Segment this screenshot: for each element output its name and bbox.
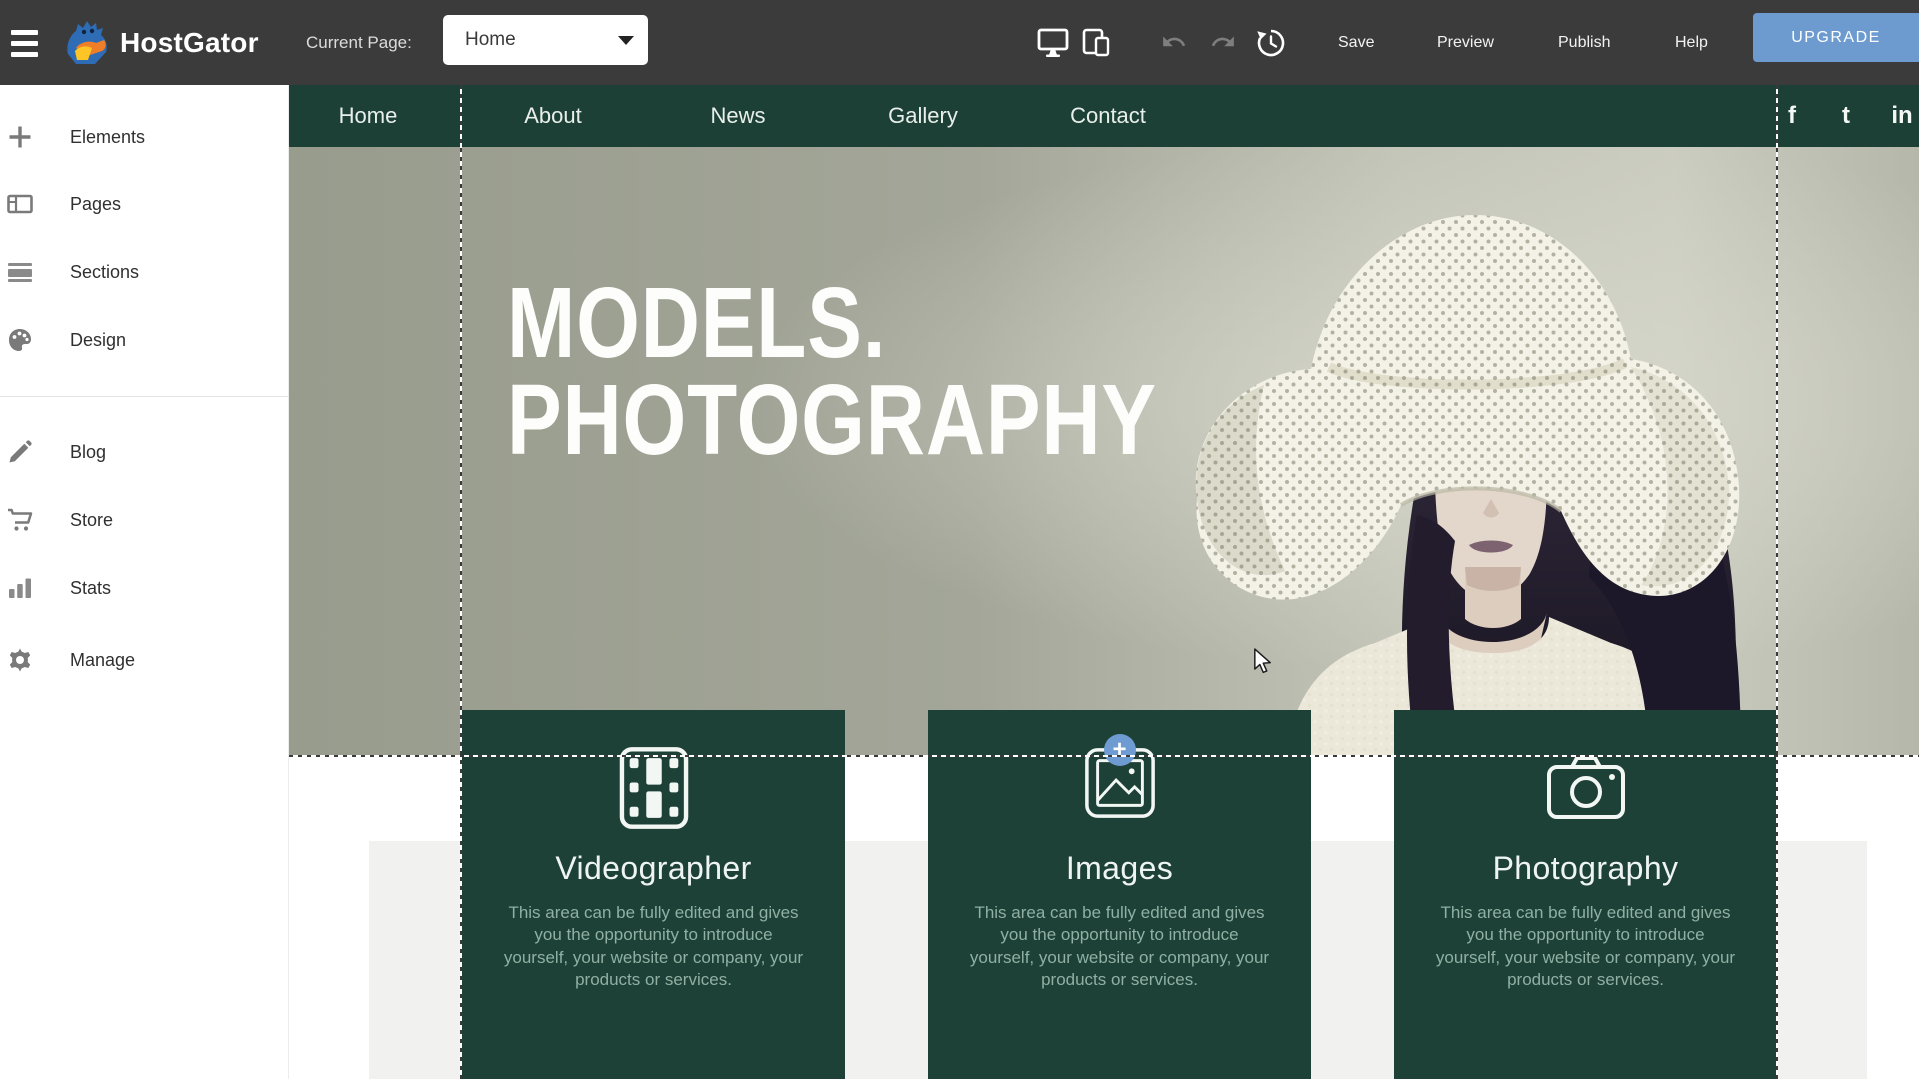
editor-topbar: HostGator Current Page: Home (0, 0, 1919, 85)
sidebar-item-label: Store (70, 510, 113, 531)
twitter-icon[interactable]: t (1842, 85, 1850, 147)
site-nav-gallery[interactable]: Gallery (888, 85, 958, 147)
sidebar-item-blog[interactable]: Blog (0, 432, 289, 472)
tablet-phone-icon (1081, 28, 1111, 58)
upgrade-button[interactable]: UPGRADE (1753, 13, 1919, 62)
card-title: Photography (1394, 850, 1777, 887)
hero-section[interactable]: MODELS. PHOTOGRAPHY (289, 147, 1919, 756)
palette-icon (7, 327, 33, 353)
linkedin-icon[interactable]: in (1891, 85, 1912, 147)
plus-icon (7, 124, 33, 150)
sidebar-item-label: Manage (70, 650, 135, 671)
help-button[interactable]: Help (1675, 0, 1708, 85)
feature-card-images[interactable]: + Images This area can be fully edited a… (928, 710, 1311, 1079)
pencil-icon (7, 439, 33, 465)
history-button[interactable] (1248, 0, 1292, 85)
monitor-icon (1037, 28, 1069, 58)
site-nav-home[interactable]: Home (339, 85, 398, 147)
sidebar-item-pages[interactable]: Pages (0, 184, 289, 224)
feature-card-photography[interactable]: Photography This area can be fully edite… (1394, 710, 1777, 1079)
sidebar-item-store[interactable]: Store (0, 500, 289, 540)
publish-button[interactable]: Publish (1558, 0, 1610, 85)
hostgator-logo[interactable]: HostGator (62, 18, 259, 68)
bar-chart-icon (7, 575, 33, 601)
page-select-dropdown[interactable]: Home (443, 15, 648, 65)
sidebar-item-elements[interactable]: Elements (0, 117, 289, 157)
editor-sidebar: Elements Pages Sections Design (0, 85, 289, 1079)
sidebar-item-design[interactable]: Design (0, 320, 289, 360)
site-preview-canvas: Home About News Gallery Contact f t in (289, 85, 1919, 1079)
sidebar-item-label: Elements (70, 127, 145, 148)
film-icon (612, 746, 696, 830)
redo-icon (1208, 32, 1236, 54)
sidebar-item-manage[interactable]: Manage (0, 640, 289, 680)
history-icon (1255, 28, 1285, 58)
hero-title[interactable]: MODELS. PHOTOGRAPHY (507, 275, 1157, 469)
sidebar-item-label: Stats (70, 578, 111, 599)
current-page-label: Current Page: (306, 0, 412, 85)
mouse-cursor (1253, 648, 1275, 679)
sections-icon (7, 259, 33, 285)
brand-name: HostGator (120, 27, 259, 59)
site-nav-contact[interactable]: Contact (1070, 85, 1146, 147)
sidebar-item-label: Sections (70, 262, 139, 283)
sidebar-item-stats[interactable]: Stats (0, 568, 289, 608)
undo-button[interactable] (1153, 0, 1197, 85)
sidebar-item-label: Design (70, 330, 126, 351)
desktop-view-button[interactable] (1031, 0, 1075, 85)
sidebar-item-label: Blog (70, 442, 106, 463)
selection-border-left[interactable] (460, 85, 462, 1079)
hamburger-menu-icon[interactable] (11, 30, 38, 57)
hero-title-line1: MODELS. (507, 275, 1157, 372)
selection-border-right[interactable] (1776, 85, 1778, 1079)
card-body: This area can be fully edited and gives … (501, 902, 807, 992)
sidebar-item-sections[interactable]: Sections (0, 252, 289, 292)
preview-button[interactable]: Preview (1437, 0, 1494, 85)
facebook-icon[interactable]: f (1788, 85, 1796, 147)
sidebar-divider (0, 396, 289, 397)
pages-icon (7, 191, 33, 217)
feature-card-videographer[interactable]: Videographer This area can be fully edit… (462, 710, 845, 1079)
card-body: This area can be fully edited and gives … (967, 902, 1273, 992)
chevron-down-icon (618, 36, 634, 45)
add-image-badge[interactable]: + (1104, 734, 1136, 766)
site-navbar: Home About News Gallery Contact f t in (289, 85, 1919, 147)
camera-icon (1544, 746, 1628, 830)
site-nav-news[interactable]: News (710, 85, 765, 147)
undo-icon (1161, 32, 1189, 54)
gator-mascot-icon (62, 18, 112, 68)
save-button[interactable]: Save (1338, 0, 1374, 85)
card-body: This area can be fully edited and gives … (1433, 902, 1739, 992)
gear-icon (7, 647, 33, 673)
hero-title-line2: PHOTOGRAPHY (507, 372, 1157, 469)
page-select-value: Home (465, 29, 516, 51)
cart-icon (7, 507, 33, 533)
redo-button[interactable] (1200, 0, 1244, 85)
card-title: Videographer (462, 850, 845, 887)
image-icon: + (1078, 746, 1162, 830)
sidebar-item-label: Pages (70, 194, 121, 215)
card-title: Images (928, 850, 1311, 887)
selection-border-bottom[interactable] (289, 755, 1919, 757)
site-nav-about[interactable]: About (524, 85, 582, 147)
mobile-view-button[interactable] (1074, 0, 1118, 85)
